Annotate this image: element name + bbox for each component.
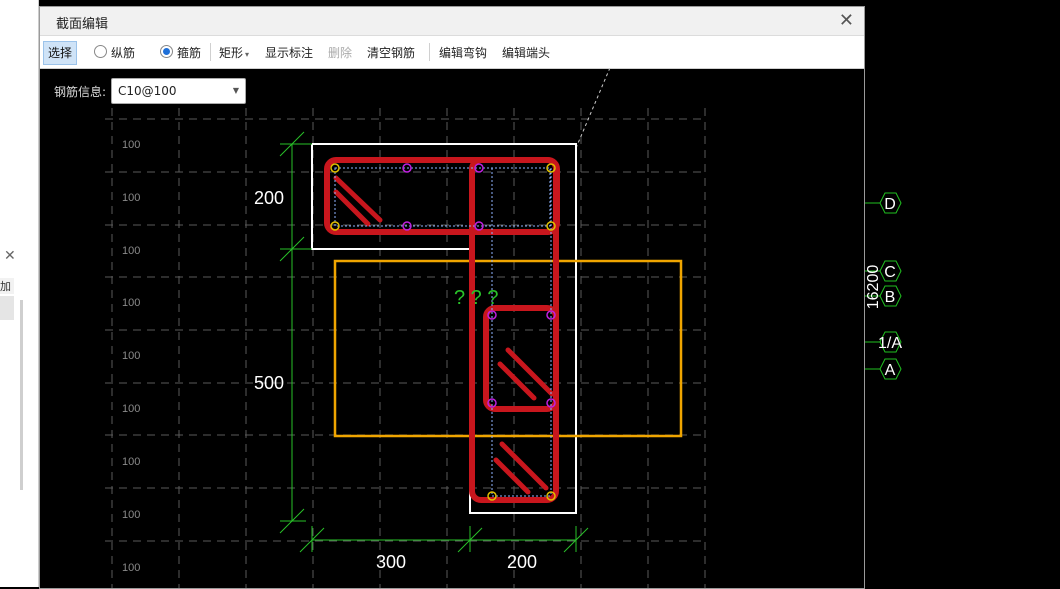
- clear-rebar-button[interactable]: 清空钢筋: [367, 44, 415, 61]
- select-button[interactable]: 选择: [43, 41, 78, 65]
- shape-dropdown[interactable]: 矩形 ▾: [219, 44, 249, 61]
- toolbar: 选择 纵筋 箍筋 矩形 ▾ 显示标注 删除 清空钢筋 编辑弯钩 编辑端头: [40, 36, 864, 69]
- close-icon[interactable]: ✕: [4, 248, 16, 264]
- stirrup-label[interactable]: 箍筋: [177, 44, 201, 61]
- grid-label: 100: [122, 245, 140, 257]
- dimension-label-bottom-right: 200: [507, 552, 537, 572]
- longitudinal-radio[interactable]: [94, 45, 107, 58]
- stirrup-small: [483, 305, 559, 412]
- chevron-down-icon: ▼: [232, 86, 239, 95]
- chevron-down-icon: ▾: [245, 50, 250, 59]
- grid-label: 100: [122, 350, 140, 362]
- grid-label: 100: [122, 192, 140, 204]
- left-panel-strip: [0, 296, 14, 320]
- section-outline: [311, 143, 577, 514]
- grid-label: 100: [122, 456, 140, 468]
- grid-label: 100: [122, 509, 140, 521]
- left-panel: [0, 0, 39, 238]
- edit-end-button[interactable]: 编辑端头: [502, 44, 550, 61]
- drawing-canvas[interactable]: 100 100 100 100 100 100 100 100 100 ? ? …: [40, 68, 864, 588]
- dimension-label-top: 200: [254, 188, 284, 208]
- drawing-area: [864, 0, 1060, 587]
- rebar-info-label: 钢筋信息:: [54, 85, 107, 99]
- scrollbar[interactable]: [20, 300, 23, 490]
- grid-label: 100: [122, 297, 140, 309]
- section-edit-dialog: 截面编辑 ✕ 选择 纵筋 箍筋 矩形 ▾ 显示标注 删除 清空钢筋 编辑弯钩 编辑…: [39, 6, 865, 589]
- grid-label: 100: [122, 562, 140, 574]
- dialog-title: 截面编辑: [56, 17, 109, 32]
- toolbar-divider: [210, 43, 211, 61]
- unknown-marker: ? ? ?: [454, 287, 498, 309]
- left-panel-label: 加: [0, 278, 14, 294]
- grid-label: 100: [122, 403, 140, 415]
- close-icon[interactable]: ✕: [839, 10, 854, 31]
- shape-label: 矩形: [219, 46, 244, 60]
- stirrup-top: [324, 157, 560, 235]
- rebar-info-select[interactable]: C10@100 ▼: [111, 78, 246, 104]
- dimension-label-lower: 500: [254, 373, 284, 393]
- delete-button[interactable]: 删除: [328, 44, 352, 61]
- show-annotation-button[interactable]: 显示标注: [265, 44, 313, 61]
- rebar-info-value: C10@100: [118, 84, 177, 98]
- stirrup-radio[interactable]: [160, 45, 173, 58]
- toolbar-divider: [429, 43, 430, 61]
- dialog-titlebar: 截面编辑 ✕: [40, 7, 864, 36]
- edit-hook-button[interactable]: 编辑弯钩: [439, 44, 487, 61]
- longitudinal-label[interactable]: 纵筋: [111, 44, 135, 61]
- grid-label: 100: [122, 139, 140, 151]
- dimension-label-bottom-left: 300: [376, 552, 406, 572]
